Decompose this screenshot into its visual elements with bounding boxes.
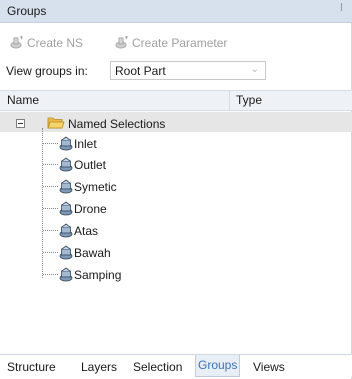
groups-panel: Groups Create NS Create Parameter View g… — [0, 0, 352, 379]
tab-views[interactable]: Views — [251, 358, 287, 376]
tree-branch-line — [43, 143, 58, 144]
tree-item-label: Inlet — [74, 137, 97, 151]
create-parameter-button[interactable]: Create Parameter — [115, 33, 227, 53]
tree-item-drone[interactable]: Drone — [0, 198, 352, 218]
view-groups-value: Root Part — [115, 64, 166, 78]
tree-item-symetic[interactable]: Symetic — [0, 176, 352, 196]
tree-branch-line — [43, 274, 58, 275]
tab-selection[interactable]: Selection — [131, 358, 184, 376]
tree-item-label: Bawah — [74, 246, 111, 260]
bottom-tab-bar: Structure Layers Selection Groups Views — [0, 354, 352, 377]
collapse-toggle-icon[interactable] — [16, 119, 25, 128]
chevron-down-icon: ⌄ — [250, 64, 259, 75]
tree-item-atas[interactable]: Atas — [0, 220, 352, 240]
groups-tree: Named Selections Inlet Outlet Symetic Dr… — [0, 110, 352, 340]
create-ns-label: Create NS — [27, 36, 84, 50]
tree-item-label: Outlet — [74, 158, 107, 172]
create-ns-button[interactable]: Create NS — [10, 33, 83, 53]
named-selection-icon — [59, 245, 73, 260]
tree-branch-line — [43, 208, 58, 209]
folder-open-icon — [47, 117, 65, 129]
tree-item-label: Symetic — [74, 180, 117, 194]
tree-item-samping[interactable]: Samping — [0, 264, 352, 284]
create-parameter-icon — [115, 36, 128, 49]
column-header-row: Name Type — [0, 90, 352, 111]
tab-structure[interactable]: Structure — [5, 358, 58, 376]
tree-branch-line — [43, 230, 58, 231]
tree-branch-line — [43, 186, 58, 187]
groups-toolbar: Create NS Create Parameter — [0, 33, 352, 53]
view-groups-row: View groups in: — [6, 61, 88, 81]
named-selection-icon — [59, 179, 73, 194]
tree-item-label: Drone — [74, 202, 107, 216]
view-groups-label: View groups in: — [6, 64, 88, 78]
create-parameter-label: Create Parameter — [132, 36, 228, 50]
column-separator[interactable] — [229, 91, 230, 110]
tree-item-outlet[interactable]: Outlet — [0, 154, 352, 174]
panel-title: Groups — [7, 4, 47, 18]
tree-node-label: Named Selections — [68, 117, 166, 131]
tree-branch-line — [43, 252, 58, 253]
column-header-type[interactable]: Type — [236, 93, 262, 107]
tree-item-label: Samping — [74, 268, 122, 282]
tree-item-bawah[interactable]: Bawah — [0, 242, 352, 262]
named-selection-icon — [59, 157, 73, 172]
named-selection-icon — [59, 267, 73, 282]
tree-item-label: Atas — [74, 224, 99, 238]
column-header-name[interactable]: Name — [7, 93, 39, 107]
create-ns-icon — [10, 36, 23, 49]
tree-node-named-selections[interactable]: Named Selections — [0, 112, 352, 132]
tab-layers[interactable]: Layers — [79, 358, 119, 376]
tree-branch-line — [43, 164, 58, 165]
named-selection-icon — [59, 201, 73, 216]
pin-icon[interactable] — [341, 3, 348, 11]
named-selection-icon — [59, 136, 73, 151]
view-groups-select[interactable]: Root Part ⌄ — [110, 61, 266, 80]
tree-item-inlet[interactable]: Inlet — [0, 133, 352, 153]
named-selection-icon — [59, 223, 73, 238]
tab-groups[interactable]: Groups — [195, 355, 241, 377]
panel-titlebar: Groups — [0, 0, 352, 23]
